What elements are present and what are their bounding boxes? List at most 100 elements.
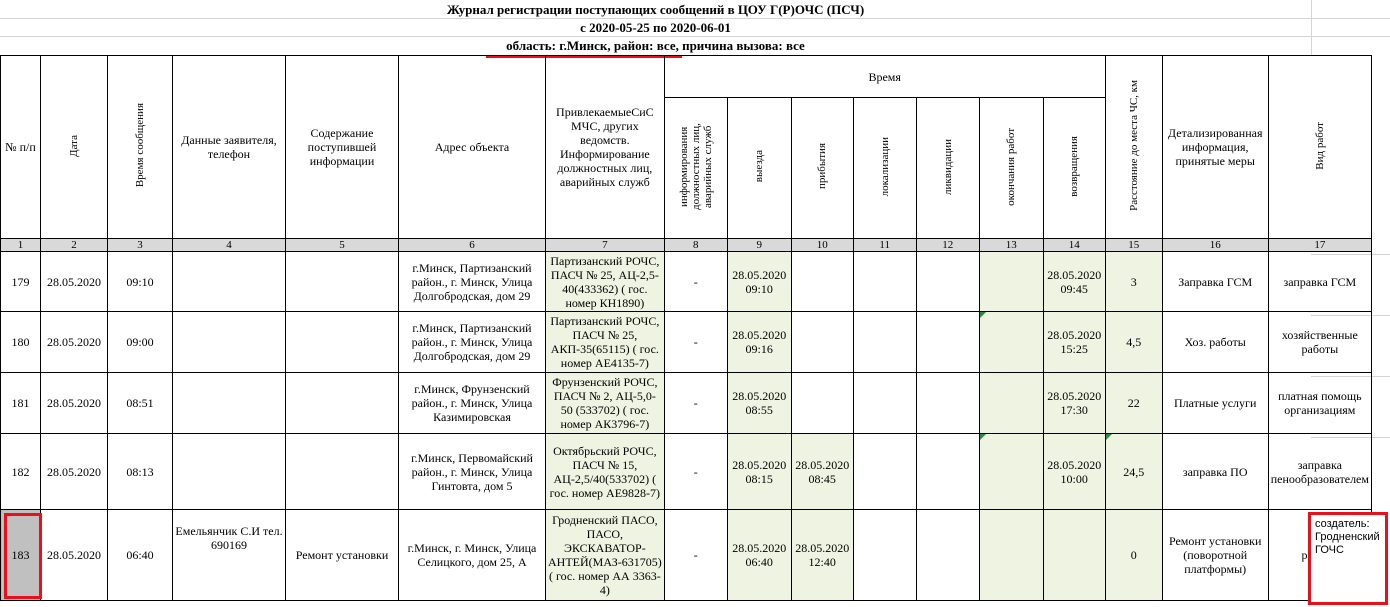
table-row[interactable]: 181 28.05.2020 08:51 г.Минск, Фрунзенски… <box>0 372 1372 434</box>
col-number: 10 <box>790 238 854 252</box>
cell-distance[interactable]: 0 <box>1104 509 1163 601</box>
cell-return[interactable]: 28.05.2020 17:30 <box>1042 372 1106 434</box>
cell-date[interactable]: 28.05.2020 <box>40 372 108 434</box>
cell-arrival[interactable] <box>790 372 854 434</box>
cell-time[interactable]: 08:13 <box>107 433 173 510</box>
cell-content[interactable] <box>285 433 399 510</box>
cell-applicant[interactable] <box>172 251 286 312</box>
cell-num[interactable]: 180 <box>0 311 41 373</box>
cell-num[interactable]: 181 <box>0 372 41 434</box>
cell-address[interactable]: г.Минск, г. Минск, Улица Селицкого, дом … <box>398 509 546 601</box>
header-distance: Расстояние до места ЧС, км <box>1104 55 1163 239</box>
cell-work-type[interactable]: хозяйственные работы <box>1267 311 1372 373</box>
cell-time[interactable]: 06:40 <box>107 509 173 601</box>
cell-localization[interactable] <box>852 433 917 510</box>
cell-distance[interactable]: 4,5 <box>1104 311 1163 373</box>
cell-address[interactable]: г.Минск, Партизанский район., г. Минск, … <box>398 251 546 312</box>
cell-informing[interactable]: - <box>663 311 728 373</box>
cell-departure[interactable]: 28.05.2020 08:15 <box>726 433 792 510</box>
header-forces: ПривлекаемыеСиС МЧС, других ведомств. Ин… <box>545 55 665 239</box>
cell-address[interactable]: г.Минск, Партизанский район., г. Минск, … <box>398 311 546 373</box>
cell-time[interactable]: 09:10 <box>107 251 173 312</box>
cell-date[interactable]: 28.05.2020 <box>40 311 108 373</box>
cell-details[interactable]: Ремонт установки (поворотной платформы) <box>1161 509 1269 601</box>
cell-distance[interactable]: 22 <box>1104 372 1163 434</box>
cell-content[interactable] <box>285 311 399 373</box>
cell-num[interactable]: 182 <box>0 433 41 510</box>
cell-return[interactable]: 28.05.2020 15:25 <box>1042 311 1106 373</box>
cell-localization[interactable] <box>852 372 917 434</box>
cell-time[interactable]: 08:51 <box>107 372 173 434</box>
cell-liquidation[interactable] <box>915 509 980 601</box>
cell-content[interactable]: Ремонт установки <box>285 509 399 601</box>
cell-arrival[interactable]: 28.05.2020 12:40 <box>790 509 854 601</box>
cell-work-end[interactable] <box>978 311 1044 373</box>
cell-work-end[interactable] <box>978 251 1044 312</box>
cell-content[interactable] <box>285 372 399 434</box>
cell-informing[interactable]: - <box>663 509 728 601</box>
col-number: 12 <box>915 238 980 252</box>
cell-details[interactable]: Платные услуги <box>1161 372 1269 434</box>
cell-num[interactable]: 179 <box>0 251 41 312</box>
cell-return[interactable]: 28.05.2020 10:00 <box>1042 433 1106 510</box>
creator-comment[interactable]: создатель: Гродненский ГОЧС <box>1308 512 1388 605</box>
table-row[interactable]: 183 28.05.2020 06:40 Емельянчик С.И тел.… <box>0 509 1372 601</box>
cell-localization[interactable] <box>852 311 917 373</box>
col-number: 4 <box>172 238 286 252</box>
cell-work-end[interactable] <box>978 433 1044 510</box>
cell-applicant[interactable] <box>172 311 286 373</box>
cell-details[interactable]: заправка ПО <box>1161 433 1269 510</box>
cell-address[interactable]: г.Минск, Первомайский район., г. Минск, … <box>398 433 546 510</box>
cell-date[interactable]: 28.05.2020 <box>40 433 108 510</box>
cell-work-type[interactable]: заправка ГСМ <box>1267 251 1372 312</box>
cell-departure[interactable]: 28.05.2020 06:40 <box>726 509 792 601</box>
cell-date[interactable]: 28.05.2020 <box>40 251 108 312</box>
cell-arrival[interactable]: 28.05.2020 08:45 <box>790 433 854 510</box>
cell-content[interactable] <box>285 251 399 312</box>
cell-applicant[interactable] <box>172 372 286 434</box>
col-number: 13 <box>978 238 1044 252</box>
cell-localization[interactable] <box>852 509 917 601</box>
cell-departure[interactable]: 28.05.2020 09:10 <box>726 251 792 312</box>
col-number: 15 <box>1104 238 1163 252</box>
cell-applicant[interactable]: Емельянчик С.И тел. 690169 <box>172 509 286 601</box>
cell-work-type[interactable]: платная помощь организациям <box>1267 372 1372 434</box>
cell-liquidation[interactable] <box>915 251 980 312</box>
cell-forces[interactable]: Партизанский РОЧС, ПАСЧ № 25, АЦ-2,5-40(… <box>545 251 665 312</box>
cell-address[interactable]: г.Минск, Фрунзенский район., г. Минск, У… <box>398 372 546 434</box>
cell-date[interactable]: 28.05.2020 <box>40 509 108 601</box>
cell-arrival[interactable] <box>790 251 854 312</box>
table-row[interactable]: 182 28.05.2020 08:13 г.Минск, Первомайск… <box>0 433 1372 510</box>
table-row[interactable]: 180 28.05.2020 09:00 г.Минск, Партизанск… <box>0 311 1372 373</box>
header-work-end: окончания работ <box>978 97 1044 239</box>
cell-departure[interactable]: 28.05.2020 09:16 <box>726 311 792 373</box>
table-row[interactable]: 179 28.05.2020 09:10 г.Минск, Партизанск… <box>0 251 1372 312</box>
cell-details[interactable]: Хоз. работы <box>1161 311 1269 373</box>
cell-informing[interactable]: - <box>663 372 728 434</box>
cell-work-end[interactable] <box>978 509 1044 601</box>
cell-distance[interactable]: 3 <box>1104 251 1163 312</box>
column-number-row: 1 2 3 4 5 6 7 8 9 10 11 12 13 14 15 16 1… <box>0 238 1372 252</box>
cell-forces[interactable]: Фрунзенский РОЧС, ПАСЧ № 2, АЦ-5,0-50 (5… <box>545 372 665 434</box>
cell-work-type[interactable]: заправка пенообразователем <box>1267 433 1372 510</box>
cell-return[interactable]: 28.05.2020 09:45 <box>1042 251 1106 312</box>
cell-informing[interactable]: - <box>663 433 728 510</box>
cell-forces[interactable]: Октябрьский РОЧС, ПАСЧ № 15, АЦ-2,5/40(5… <box>545 433 665 510</box>
cell-localization[interactable] <box>852 251 917 312</box>
cell-forces[interactable]: Гродненский ПАСО, ПАСО, ЭКСКАВАТОР-АНТЕЙ… <box>545 509 665 601</box>
col-number: 11 <box>852 238 917 252</box>
header-informing: информирования должностных лиц, аварийны… <box>663 97 728 239</box>
cell-distance[interactable]: 24,5 <box>1104 433 1163 510</box>
cell-departure[interactable]: 28.05.2020 08:55 <box>726 372 792 434</box>
cell-informing[interactable]: - <box>663 251 728 312</box>
cell-details[interactable]: Заправка ГСМ <box>1161 251 1269 312</box>
cell-time[interactable]: 09:00 <box>107 311 173 373</box>
cell-work-end[interactable] <box>978 372 1044 434</box>
cell-forces[interactable]: Партизанский РОЧС, ПАСЧ № 25, АКП-35(651… <box>545 311 665 373</box>
cell-applicant[interactable] <box>172 433 286 510</box>
cell-liquidation[interactable] <box>915 433 980 510</box>
cell-liquidation[interactable] <box>915 311 980 373</box>
cell-return[interactable] <box>1042 509 1106 601</box>
cell-liquidation[interactable] <box>915 372 980 434</box>
cell-arrival[interactable] <box>790 311 854 373</box>
